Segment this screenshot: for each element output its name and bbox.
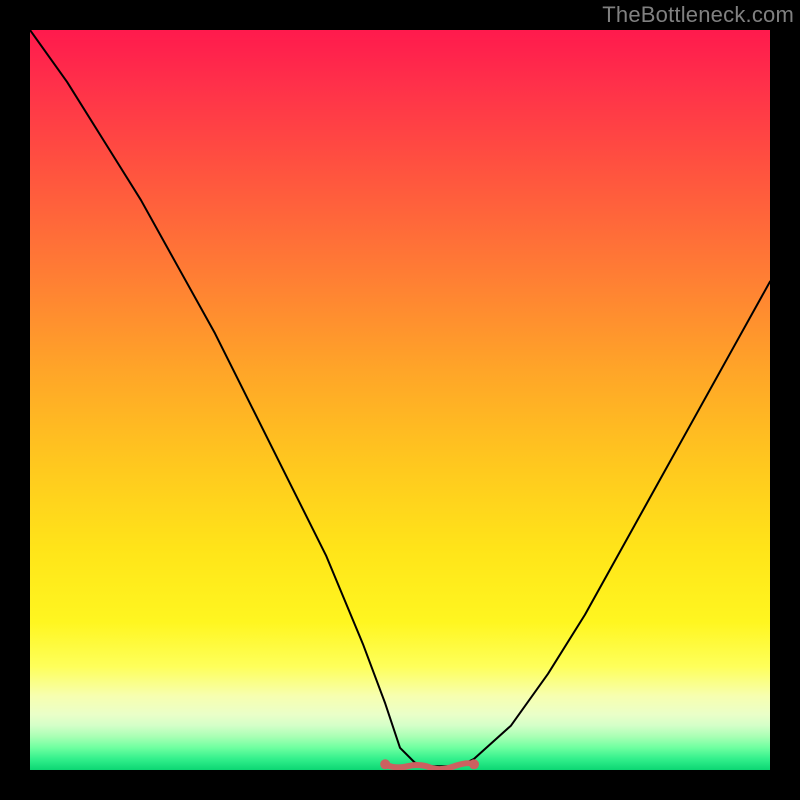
chart-frame: TheBottleneck.com — [0, 0, 800, 800]
watermark-text: TheBottleneck.com — [602, 2, 794, 28]
optimal-endpoint-right — [469, 759, 479, 769]
bottleneck-curve — [30, 30, 770, 766]
plot-area — [30, 30, 770, 770]
optimal-flat-segment — [385, 763, 474, 769]
curve-layer — [30, 30, 770, 770]
optimal-endpoint-left — [380, 759, 390, 769]
